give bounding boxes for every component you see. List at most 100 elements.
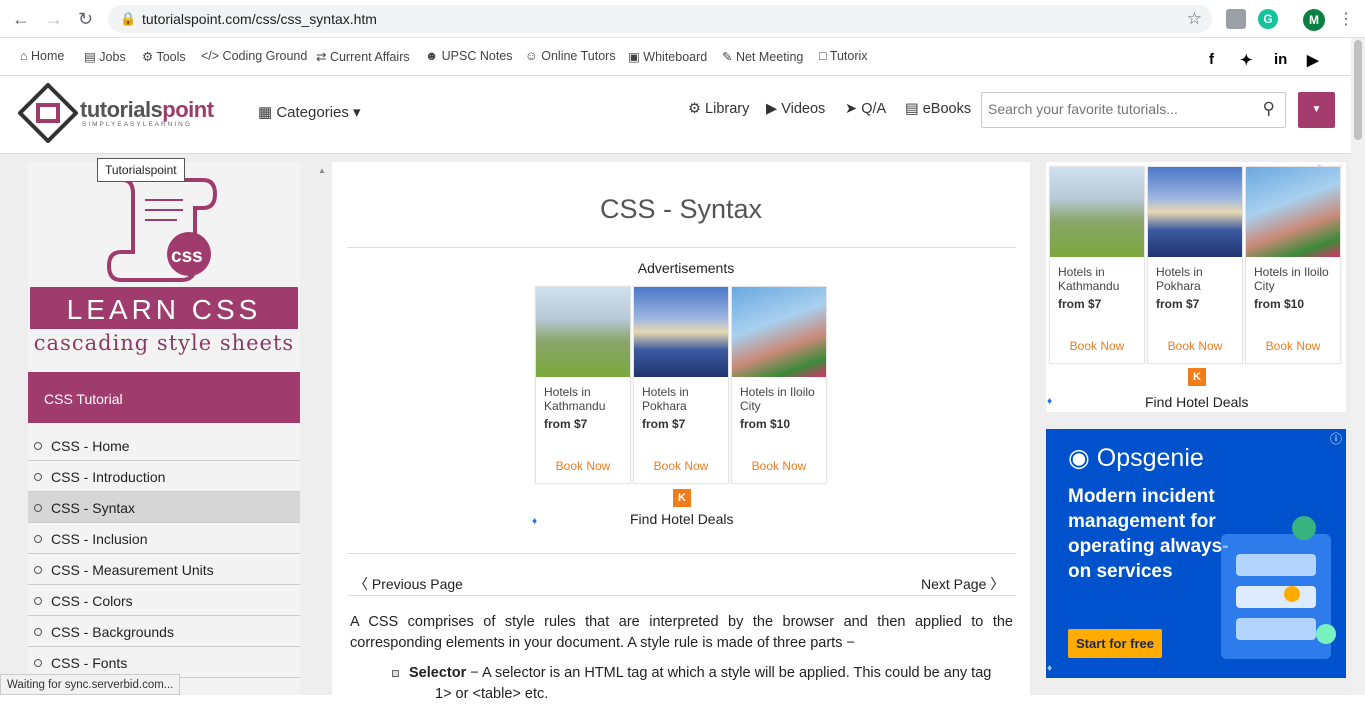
hotel-image bbox=[1246, 167, 1340, 257]
bookmark-star-icon[interactable]: ☆ bbox=[1187, 9, 1202, 29]
kayak-badge: K bbox=[673, 489, 691, 507]
site-logo[interactable]: tutorialspoint SIMPLYEASYLEARNING bbox=[17, 82, 238, 145]
sidebar-item-syntax[interactable]: CSS - Syntax bbox=[28, 492, 300, 523]
lock-icon: 🔒 bbox=[120, 11, 137, 26]
nav-jobs[interactable]: ▤ Jobs bbox=[84, 49, 126, 64]
book-now-button[interactable]: Book Now bbox=[1050, 339, 1144, 353]
sidebar-item-measurement-units[interactable]: CSS - Measurement Units bbox=[28, 554, 300, 585]
book-now-button[interactable]: Book Now bbox=[1246, 339, 1340, 353]
page-title: CSS - Syntax bbox=[599, 194, 763, 224]
learn-css-banner: LEARN CSS cascading style sheets bbox=[30, 287, 298, 361]
nav-online-tutors[interactable]: ☺ Online Tutors bbox=[525, 49, 616, 63]
hotel-price: from $7 bbox=[1058, 297, 1102, 311]
bullet-icon bbox=[34, 597, 42, 605]
sidebar-item-home[interactable]: CSS - Home bbox=[28, 430, 300, 461]
hotel-card[interactable]: Hotels in Kathmandu from $7 Book Now bbox=[535, 286, 631, 484]
search-box: ⚲ bbox=[981, 92, 1286, 128]
forward-icon[interactable]: → bbox=[45, 9, 63, 30]
header-dropdown-button[interactable]: ▼ bbox=[1298, 92, 1335, 128]
address-bar[interactable]: 🔒 tutorialspoint.com/css/css_syntax.htm … bbox=[108, 5, 1212, 33]
back-icon[interactable]: ← bbox=[12, 9, 30, 30]
hotel-name: Hotels in Kathmandu bbox=[544, 385, 606, 413]
nav-net-meeting[interactable]: ✎ Net Meeting bbox=[722, 49, 803, 64]
ebooks-link[interactable]: ▤ eBooks bbox=[905, 101, 971, 117]
find-hotel-deals-link[interactable]: Find Hotel Deals bbox=[1145, 394, 1249, 410]
hotel-name: Hotels in Iloilo City bbox=[740, 385, 815, 413]
sidebar-item-backgrounds[interactable]: CSS - Backgrounds bbox=[28, 616, 300, 647]
scrollbar-thumb[interactable] bbox=[1354, 40, 1362, 140]
qa-link[interactable]: ➤ Q/A bbox=[845, 101, 886, 117]
nav-home[interactable]: ⌂ Home bbox=[20, 49, 64, 63]
linkedin-icon[interactable]: in bbox=[1274, 51, 1287, 68]
status-bar: Waiting for sync.serverbid.com... bbox=[0, 674, 181, 695]
facebook-icon[interactable]: f bbox=[1209, 51, 1214, 68]
page-scrollbar[interactable] bbox=[1351, 38, 1365, 695]
reload-icon[interactable]: ↻ bbox=[78, 9, 93, 30]
bullet-icon bbox=[34, 659, 42, 667]
kayak-badge: K bbox=[1188, 368, 1206, 386]
previous-page-link[interactable]: 〈 Previous Page bbox=[354, 574, 463, 594]
search-icon[interactable]: ⚲ bbox=[1263, 99, 1275, 119]
divider bbox=[347, 595, 1016, 596]
hotel-image bbox=[1050, 167, 1144, 257]
nav-coding-ground[interactable]: </> Coding Ground bbox=[201, 49, 307, 63]
bullet-icon bbox=[34, 473, 42, 481]
hotel-image bbox=[536, 287, 630, 377]
hotel-ad-center[interactable]: ⓘ ✕ Hotels in Kathmandu from $7 Book Now… bbox=[532, 284, 830, 534]
book-now-button[interactable]: Book Now bbox=[732, 459, 826, 473]
twitter-icon[interactable]: ✦ bbox=[1240, 51, 1253, 69]
nav-tutorix[interactable]: □ Tutorix bbox=[819, 49, 868, 63]
hotel-card[interactable]: Hotels in Pokhara from $7 Book Now bbox=[633, 286, 729, 484]
youtube-icon[interactable]: ▶ bbox=[1307, 51, 1319, 69]
start-for-free-button[interactable]: Start for free bbox=[1068, 629, 1162, 658]
hotel-card[interactable]: Hotels in Pokhara from $7 Book Now bbox=[1147, 166, 1243, 364]
book-now-button[interactable]: Book Now bbox=[536, 459, 630, 473]
hotel-ad-right[interactable]: ⓘ ✕ Hotels in Kathmandu from $7 Book Now… bbox=[1046, 162, 1346, 412]
book-now-button[interactable]: Book Now bbox=[1148, 339, 1242, 353]
find-hotel-deals-link[interactable]: Find Hotel Deals bbox=[630, 511, 734, 527]
profile-avatar[interactable]: M bbox=[1303, 9, 1325, 31]
css-logo-text: css bbox=[171, 246, 203, 267]
learn-css-title: LEARN CSS bbox=[30, 287, 298, 329]
book-now-button[interactable]: Book Now bbox=[634, 459, 728, 473]
tutorial-heading[interactable]: CSS Tutorial bbox=[28, 372, 300, 423]
next-page-link[interactable]: Next Page 〉 bbox=[921, 574, 1004, 594]
adchoices-icon[interactable]: ⓘ bbox=[1330, 430, 1342, 447]
opsgenie-ad[interactable]: ⓘ ◉ Opsgenie Modern incident management … bbox=[1046, 429, 1346, 678]
hotel-card[interactable]: Hotels in Iloilo City from $10 Book Now bbox=[1245, 166, 1341, 364]
nav-whiteboard[interactable]: ▣ Whiteboard bbox=[628, 49, 707, 64]
hotel-price: from $7 bbox=[544, 417, 588, 431]
hotel-name: Hotels in Iloilo City bbox=[1254, 265, 1329, 293]
library-link[interactable]: ⚙ Library bbox=[688, 101, 749, 117]
sidebar-item-colors[interactable]: CSS - Colors bbox=[28, 585, 300, 616]
hotel-price: from $7 bbox=[642, 417, 686, 431]
bullet-icon bbox=[34, 566, 42, 574]
hotel-card[interactable]: Hotels in Iloilo City from $10 Book Now bbox=[731, 286, 827, 484]
bullet-icon bbox=[34, 504, 42, 512]
opsgenie-illustration bbox=[1221, 516, 1336, 659]
browser-toolbar: ← → ↻ 🔒 tutorialspoint.com/css/css_synta… bbox=[0, 0, 1365, 38]
url-text[interactable]: tutorialspoint.com/css/css_syntax.htm bbox=[142, 11, 377, 27]
hotel-card[interactable]: Hotels in Kathmandu from $7 Book Now bbox=[1049, 166, 1145, 364]
sidebar-item-inclusion[interactable]: CSS - Inclusion bbox=[28, 523, 300, 554]
hotel-price: from $10 bbox=[740, 417, 791, 431]
nav-current-affairs[interactable]: ⇄ Current Affairs bbox=[316, 49, 410, 64]
categories-dropdown[interactable]: ▦ Categories ▾ bbox=[258, 103, 361, 121]
search-input[interactable] bbox=[988, 101, 1248, 117]
sidebar-item-introduction[interactable]: CSS - Introduction bbox=[28, 461, 300, 492]
opsgenie-headline: Modern incident management for operating… bbox=[1068, 486, 1229, 582]
bullet-icon bbox=[34, 628, 42, 636]
shield-extension-icon[interactable] bbox=[1226, 9, 1246, 29]
css-scroll-illustration bbox=[106, 178, 218, 282]
nav-upsc-notes[interactable]: ☻ UPSC Notes bbox=[425, 49, 513, 63]
menu-dots-icon[interactable]: ⋮ bbox=[1338, 9, 1354, 29]
hotel-image bbox=[732, 287, 826, 377]
selector-desc-cont: 1> or <table> etc. bbox=[435, 686, 549, 702]
nav-tools[interactable]: ⚙ Tools bbox=[142, 49, 186, 64]
videos-link[interactable]: ▶ Videos bbox=[766, 101, 825, 117]
divider bbox=[347, 553, 1016, 554]
brand-name: tutorialspoint bbox=[80, 97, 214, 122]
main-content: CSS - Syntax Advertisements ⓘ ✕ Hotels i… bbox=[332, 162, 1030, 702]
grammarly-extension-icon[interactable]: G bbox=[1258, 9, 1278, 29]
sidebar-scroll-up-icon[interactable]: ▲ bbox=[318, 166, 326, 175]
